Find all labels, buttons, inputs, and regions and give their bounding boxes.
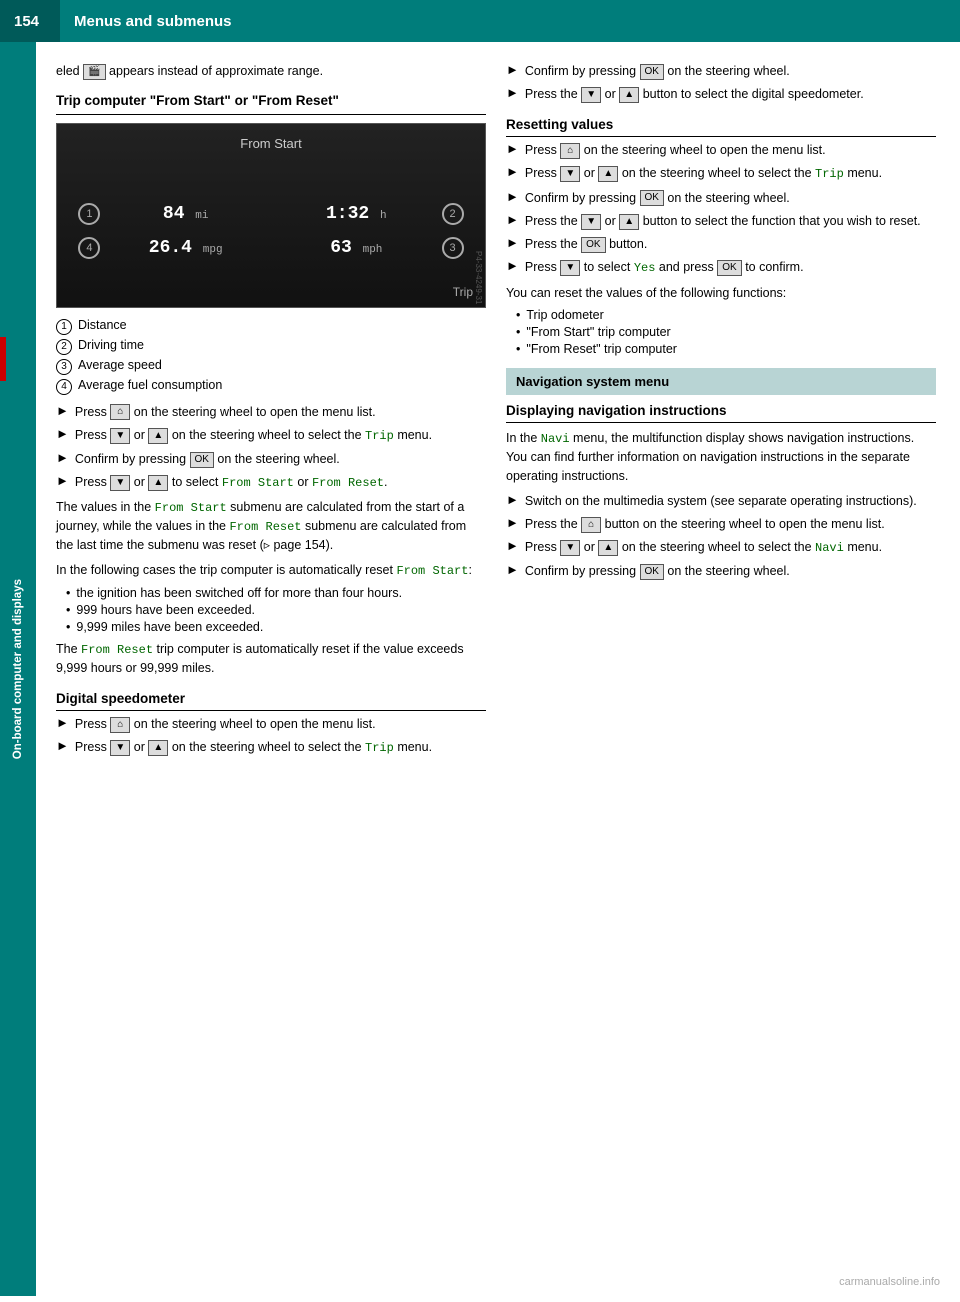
legend-list: 1 Distance 2 Driving time 3 Average spee…	[56, 318, 486, 395]
section-resetting-values: Resetting values ► Press ⌂ on the steeri…	[506, 117, 936, 277]
reset-bullet-1: • Trip odometer	[506, 308, 936, 322]
reset-bullet-2: • "From Start" trip computer	[506, 325, 936, 339]
rv-step-3: ► Confirm by pressing OK on the steering…	[506, 189, 936, 207]
body-text-1: The values in the From Start submenu are…	[56, 498, 486, 555]
bullet-1: • the ignition has been switched off for…	[56, 586, 486, 600]
page-body: On-board computer and displays eled 🎬 ap…	[0, 42, 960, 1296]
up-btn-nav3: ▲	[598, 540, 618, 556]
home-btn-nav2: ⌂	[581, 517, 601, 533]
nav-menu-box: Navigation system menu	[506, 368, 936, 395]
step-2: ► Press ▼ or ▲ on the steering wheel to …	[56, 426, 486, 445]
digital-speedometer-heading: Digital speedometer	[56, 691, 486, 711]
down-btn-rv2: ▼	[560, 166, 580, 182]
step-1: ► Press ⌂ on the steering wheel to open …	[56, 403, 486, 421]
rv-step-6: ► Press ▼ to select Yes and press OK to …	[506, 258, 936, 277]
down-btn-rv6: ▼	[560, 260, 580, 276]
nav-instructions-heading: Displaying navigation instructions	[506, 403, 936, 423]
bullet-3: • 9,999 miles have been exceeded.	[56, 620, 486, 634]
nav-step-2: ► Press the ⌂ button on the steering whe…	[506, 515, 936, 533]
home-btn-ds1: ⌂	[110, 717, 130, 733]
down-btn-ds2: ▼	[110, 740, 130, 756]
right-column: ► Confirm by pressing OK on the steering…	[506, 62, 936, 1276]
home-btn-rv1: ⌂	[560, 143, 580, 159]
page-header: 154 Menus and submenus	[0, 0, 960, 42]
ok-btn-rv3: OK	[640, 190, 664, 206]
rv-step-5: ► Press the OK button.	[506, 235, 936, 253]
section-digital-speedometer: Digital speedometer ► Press ⌂ on the ste…	[56, 691, 486, 758]
home-btn-icon: ⌂	[110, 404, 130, 420]
up-btn-rv2: ▲	[598, 166, 618, 182]
rv-step-1: ► Press ⌂ on the steering wheel to open …	[506, 141, 936, 159]
content-area: eled 🎬 appears instead of approximate ra…	[36, 42, 960, 1296]
circle-4: 4	[78, 237, 100, 259]
section-divider-1	[56, 114, 486, 115]
sidebar-label: On-board computer and displays	[0, 42, 36, 1296]
ok-btn-icon: OK	[190, 452, 214, 468]
legend-item-2: 2 Driving time	[56, 338, 486, 355]
section-nav-instructions: Displaying navigation instructions In th…	[506, 403, 936, 580]
trip-time: 1:32 h	[271, 204, 442, 224]
down-btn-rv4: ▼	[581, 214, 601, 230]
resetting-heading: Resetting values	[506, 117, 936, 137]
ok-btn-ds3: OK	[640, 64, 664, 80]
trip-image-title: From Start	[240, 136, 301, 151]
page-number: 154	[0, 0, 60, 42]
section-trip-heading: Trip computer "From Start" or "From Rese…	[56, 93, 486, 108]
trip-computer-image: From Start 1 84 mi 1:32 h 2	[56, 123, 486, 308]
up-btn-icon: ▲	[148, 428, 168, 444]
trip-tag: P4-33-4249-31	[474, 251, 483, 304]
red-accent-bar	[0, 337, 6, 381]
trip-speed: 63 mph	[271, 238, 442, 258]
step-4: ► Press ▼ or ▲ to select From Start or F…	[56, 473, 486, 492]
reset-bullet-3: • "From Reset" trip computer	[506, 342, 936, 356]
can-reset-text: You can reset the values of the followin…	[506, 284, 936, 303]
ok-btn-rv5: OK	[581, 237, 605, 253]
section-trip-computer: Trip computer "From Start" or "From Rese…	[56, 93, 486, 493]
legend-item-4: 4 Average fuel consumption	[56, 378, 486, 395]
page-title: Menus and submenus	[60, 0, 246, 42]
down-btn-icon: ▼	[110, 428, 130, 444]
circle-2: 2	[442, 203, 464, 225]
bullet-2: • 999 hours have been exceeded.	[56, 603, 486, 617]
ds-step-1: ► Press ⌂ on the steering wheel to open …	[56, 715, 486, 733]
trip-distance: 84 mi	[100, 204, 271, 224]
circle-1: 1	[78, 203, 100, 225]
body-text-2: In the following cases the trip computer…	[56, 561, 486, 580]
down-btn-nav3: ▼	[560, 540, 580, 556]
down-btn-ds4: ▼	[581, 87, 601, 103]
watermark: carmanualsoline.info	[839, 1276, 940, 1288]
circle-3: 3	[442, 237, 464, 259]
trip-bottom-label: Trip	[453, 285, 473, 299]
intro-text: eled 🎬 appears instead of approximate ra…	[56, 62, 486, 81]
ds-step-4: ► Press the ▼ or ▲ button to select the …	[506, 85, 936, 103]
up-btn-ds2: ▲	[148, 740, 168, 756]
step-3: ► Confirm by pressing OK on the steering…	[56, 450, 486, 468]
up-btn-icon-2: ▲	[148, 475, 168, 491]
nav-intro-text: In the Navi menu, the multifunction disp…	[506, 429, 936, 486]
nav-step-1: ► Switch on the multimedia system (see s…	[506, 492, 936, 510]
ok-btn-rv6: OK	[717, 260, 741, 276]
up-btn-rv4: ▲	[619, 214, 639, 230]
ds-step-2: ► Press ▼ or ▲ on the steering wheel to …	[56, 738, 486, 757]
nav-step-4: ► Confirm by pressing OK on the steering…	[506, 562, 936, 580]
sidebar: On-board computer and displays	[0, 42, 36, 1296]
left-column: eled 🎬 appears instead of approximate ra…	[56, 62, 486, 1276]
ds-step-3: ► Confirm by pressing OK on the steering…	[506, 62, 936, 80]
from-reset-text: The From Reset trip computer is automati…	[56, 640, 486, 678]
legend-item-1: 1 Distance	[56, 318, 486, 335]
ok-btn-nav4: OK	[640, 564, 664, 580]
nav-step-3: ► Press ▼ or ▲ on the steering wheel to …	[506, 538, 936, 557]
trip-fuel: 26.4 mpg	[100, 238, 271, 258]
legend-item-3: 3 Average speed	[56, 358, 486, 375]
up-btn-ds4: ▲	[619, 87, 639, 103]
rv-step-4: ► Press the ▼ or ▲ button to select the …	[506, 212, 936, 230]
rv-step-2: ► Press ▼ or ▲ on the steering wheel to …	[506, 164, 936, 183]
down-btn-icon-2: ▼	[110, 475, 130, 491]
